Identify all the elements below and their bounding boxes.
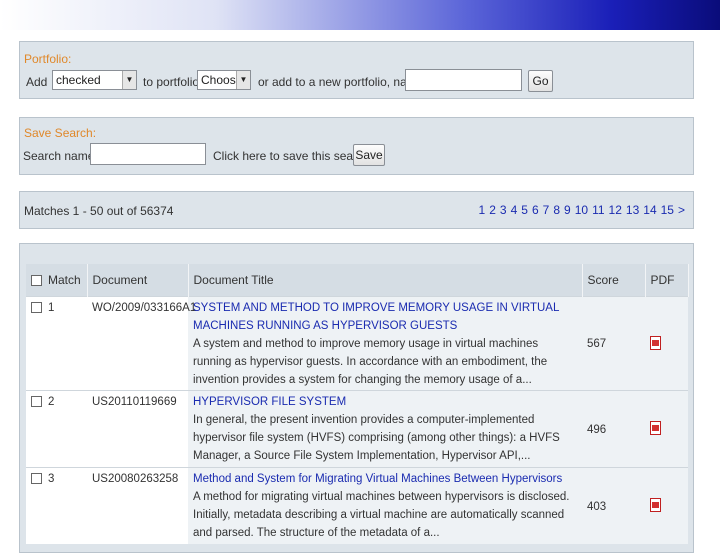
chevron-down-icon[interactable]: ▼ bbox=[236, 71, 250, 89]
table-row: 3 US20080263258 Method and System for Mi… bbox=[26, 466, 688, 544]
row-checkbox[interactable] bbox=[31, 472, 42, 484]
search-name-input[interactable] bbox=[90, 143, 206, 165]
results-summary: Matches 1 - 50 out of 56374 bbox=[24, 204, 174, 218]
document-abstract: A system and method to improve memory us… bbox=[193, 337, 548, 386]
save-button[interactable]: Save bbox=[353, 144, 385, 166]
title-cell: Method and System for Migrating Virtual … bbox=[188, 466, 582, 544]
match-header-label: Match bbox=[48, 272, 81, 287]
pdf-cell bbox=[645, 389, 688, 467]
row-number: 1 bbox=[48, 301, 55, 314]
title-header[interactable]: Document Title bbox=[188, 264, 583, 296]
page-link[interactable]: 7 bbox=[543, 203, 550, 217]
document-number: US20110119669 bbox=[87, 389, 188, 467]
document-abstract: A method for migrating virtual machines … bbox=[193, 490, 570, 539]
top-header-bar bbox=[0, 0, 720, 30]
search-name-label: Search name bbox=[23, 149, 95, 163]
save-search-hint[interactable]: Click here to save this search bbox=[213, 149, 370, 163]
table-row: 2 US20110119669 HYPERVISOR FILE SYSTEM I… bbox=[26, 389, 688, 467]
title-cell: HYPERVISOR FILE SYSTEM In general, the p… bbox=[188, 389, 582, 467]
chevron-down-icon[interactable]: ▼ bbox=[122, 71, 136, 89]
page-link[interactable]: 3 bbox=[500, 203, 507, 217]
row-checkbox[interactable] bbox=[31, 395, 42, 407]
document-header[interactable]: Document bbox=[87, 264, 189, 296]
title-cell: SYSTEM AND METHOD TO IMPROVE MEMORY USAG… bbox=[188, 295, 582, 390]
pdf-cell bbox=[645, 466, 688, 544]
page-link[interactable]: 4 bbox=[511, 203, 518, 217]
page-link[interactable]: 10 bbox=[575, 203, 588, 217]
save-search-panel: Save Search: Search name Click here to s… bbox=[19, 117, 694, 175]
score-cell: 567 bbox=[582, 295, 645, 390]
table-header-row: Match Document Document Title Score PDF bbox=[26, 264, 689, 296]
results-table: Match Document Document Title Score PDF … bbox=[26, 264, 689, 544]
page-link[interactable]: 12 bbox=[609, 203, 622, 217]
table-row: 1 WO/2009/033166A1 SYSTEM AND METHOD TO … bbox=[26, 295, 688, 390]
document-abstract: In general, the present invention provid… bbox=[193, 413, 560, 462]
match-cell: 3 bbox=[26, 466, 87, 544]
pdf-header: PDF bbox=[645, 264, 689, 296]
pagination: 1 2 3 4 5 6 7 8 9 10 11 12 13 14 15 > bbox=[475, 203, 685, 217]
score-cell: 496 bbox=[582, 389, 645, 467]
results-bar: Matches 1 - 50 out of 56374 1 2 3 4 5 6 7 8 9 10 1… bbox=[19, 191, 694, 229]
pdf-icon[interactable] bbox=[650, 421, 661, 435]
pdf-icon[interactable] bbox=[650, 498, 661, 513]
score-header[interactable]: Score bbox=[582, 264, 646, 296]
pdf-icon[interactable] bbox=[650, 335, 661, 350]
page-link[interactable]: 15 bbox=[661, 203, 674, 217]
document-title-link[interactable]: HYPERVISOR FILE SYSTEM bbox=[193, 393, 578, 411]
add-label: Add bbox=[26, 75, 48, 89]
page-link[interactable]: 11 bbox=[592, 203, 604, 217]
portfolio-select[interactable]: Choose ▼ bbox=[197, 70, 251, 90]
document-number: WO/2009/033166A1 bbox=[87, 295, 196, 390]
row-number: 2 bbox=[48, 395, 55, 408]
page-link[interactable]: 2 bbox=[489, 203, 496, 217]
new-portfolio-input[interactable] bbox=[405, 69, 522, 91]
page-link[interactable]: 5 bbox=[521, 203, 528, 217]
page-link[interactable]: 1 bbox=[479, 203, 486, 217]
results-table-panel: Match Document Document Title Score PDF … bbox=[19, 243, 694, 553]
page-link[interactable]: 9 bbox=[564, 203, 571, 217]
page-link[interactable]: 6 bbox=[532, 203, 539, 217]
match-header: Match bbox=[26, 264, 88, 296]
page-link[interactable]: 13 bbox=[626, 203, 639, 217]
go-button[interactable]: Go bbox=[528, 70, 553, 92]
page-link[interactable]: 8 bbox=[553, 203, 560, 217]
pdf-cell bbox=[645, 295, 688, 390]
row-number: 3 bbox=[48, 472, 55, 485]
add-select[interactable]: checked ▼ bbox=[52, 70, 137, 90]
row-checkbox[interactable] bbox=[31, 301, 42, 313]
page-link[interactable]: 14 bbox=[643, 203, 656, 217]
match-cell: 1 bbox=[26, 295, 87, 390]
select-all-checkbox[interactable] bbox=[31, 275, 42, 287]
match-cell: 2 bbox=[26, 389, 87, 467]
document-number: US20080263258 bbox=[87, 466, 188, 544]
document-title-link[interactable]: SYSTEM AND METHOD TO IMPROVE MEMORY USAG… bbox=[193, 299, 578, 335]
next-page-link[interactable]: > bbox=[678, 203, 685, 217]
to-portfolio-label: to portfolio bbox=[143, 75, 200, 89]
document-title-link[interactable]: Method and System for Migrating Virtual … bbox=[193, 470, 578, 488]
portfolio-title: Portfolio: bbox=[24, 52, 72, 66]
save-search-title: Save Search: bbox=[24, 126, 97, 140]
add-select-value: checked bbox=[56, 73, 101, 87]
portfolio-panel: Portfolio: Add checked ▼ to portfolio Ch… bbox=[19, 41, 694, 99]
score-cell: 403 bbox=[582, 466, 645, 544]
